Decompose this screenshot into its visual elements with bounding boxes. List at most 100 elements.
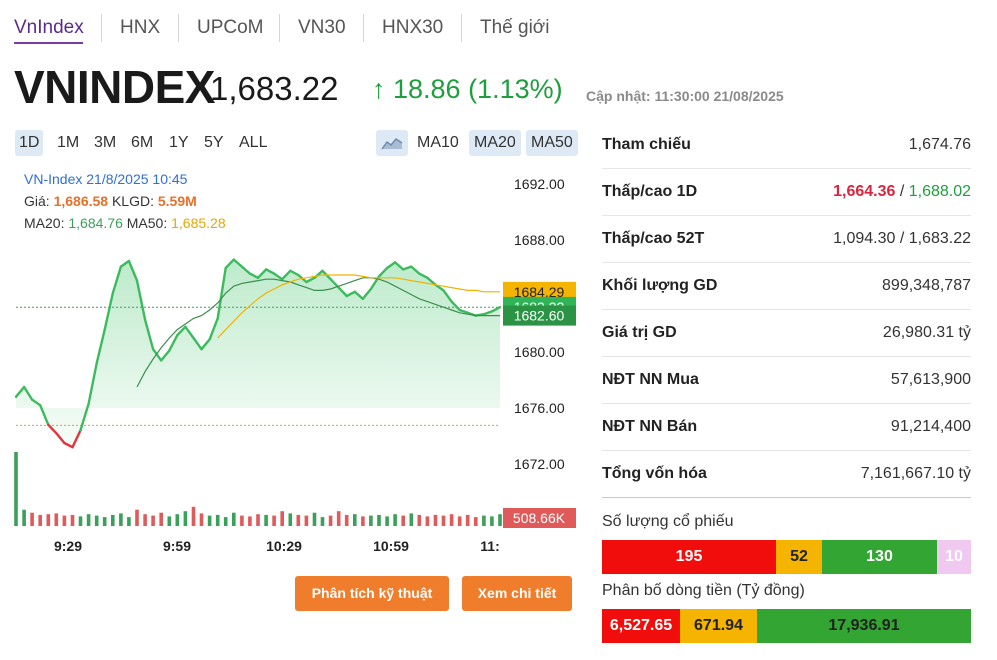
market-tabs: VnIndex HNX UPCoM VN30 HNX30 Thế giới [0, 0, 997, 56]
volume-bar [223, 517, 228, 526]
stat-label: Thấp/cao 1D [602, 183, 698, 200]
volume-bar [70, 514, 75, 526]
view-details-button[interactable]: Xem chi tiết [462, 576, 572, 611]
volume-bar [175, 514, 180, 526]
update-time: Cập nhật: 11:30:00 21/08/2025 [586, 88, 784, 104]
period-1d[interactable]: 1D [15, 130, 44, 156]
active-tab-indicator [14, 42, 83, 44]
index-name: VNINDEX [14, 61, 215, 113]
chart-type-button[interactable] [376, 130, 408, 156]
volume-bar [14, 452, 18, 526]
day-high: 1,688.02 [908, 183, 971, 200]
technical-analysis-button[interactable]: Phân tích kỹ thuật [295, 576, 449, 611]
volume-bar [240, 515, 244, 526]
period-all[interactable]: ALL [235, 130, 271, 156]
inflow-segment: 17,936.91 [757, 609, 971, 643]
stat-row-52w-range: Thấp/cao 52T 1,094.30 / 1,683.22 [602, 216, 971, 263]
stat-row-1d-range: Thấp/cao 1D 1,664.36 / 1,688.02 [602, 169, 971, 216]
tab-vnindex[interactable]: VnIndex [14, 12, 84, 44]
volume-bar [272, 515, 276, 526]
volume-bar [393, 514, 397, 526]
stat-row-volume: Khối lượng GD 899,348,787 [602, 263, 971, 310]
stat-label: Tham chiếu [602, 136, 691, 153]
tab-vn30[interactable]: VN30 [298, 12, 346, 44]
volume-bar [78, 516, 83, 526]
volume-bar [320, 517, 325, 526]
tab-divider [363, 14, 364, 42]
tab-divider [461, 14, 462, 42]
x-tick-label: 11: [480, 538, 499, 554]
volume-value: 5.59M [157, 193, 197, 209]
money-flow-bar: 6,527.65 671.94 17,936.91 [602, 609, 971, 643]
stock-count-bar: 195 52 130 10 [602, 540, 971, 574]
stat-value: 1,664.36 / 1,688.02 [833, 183, 971, 201]
volume-bar [94, 515, 99, 526]
volume-bar [312, 512, 317, 526]
volume-bar [167, 516, 172, 526]
tab-hnx30[interactable]: HNX30 [382, 12, 443, 44]
volume-bar [490, 516, 494, 526]
volume-bar [401, 515, 405, 526]
stock-count-label: Số lượng cổ phiếu [602, 513, 734, 530]
y-tick-label: 1676.00 [514, 400, 565, 416]
volume-bar [498, 514, 502, 526]
price-area [16, 259, 500, 448]
stat-value: 91,214,400 [890, 418, 971, 435]
tab-upcom[interactable]: UPCoM [197, 12, 264, 44]
volume-bar [417, 514, 422, 526]
neutral-flow-segment: 671.94 [680, 609, 757, 643]
y-tick-label: 1688.00 [514, 232, 565, 248]
x-tick-label: 10:59 [373, 538, 409, 554]
volume-bar [336, 511, 341, 526]
stat-value: 899,348,787 [882, 277, 971, 294]
x-tick-label: 9:59 [163, 538, 191, 554]
volume-bar [449, 514, 454, 526]
ma10-toggle[interactable]: MA10 [412, 130, 464, 156]
volume-bar [199, 513, 204, 526]
stat-value: 1,674.76 [908, 136, 971, 153]
period-3m[interactable]: 3M [90, 130, 120, 156]
index-change: ↑ 18.86 (1.13%) [372, 74, 563, 104]
tab-hnx[interactable]: HNX [120, 12, 160, 44]
volume-bar [86, 514, 91, 526]
stat-value: 1,094.30 / 1,683.22 [833, 230, 971, 247]
period-6m[interactable]: 6M [127, 130, 157, 156]
volume-bar [377, 514, 381, 526]
tab-divider [101, 14, 102, 42]
volume-bar [296, 514, 301, 526]
tab-the-gioi[interactable]: Thế giới [480, 12, 550, 44]
volume-bar [280, 511, 284, 526]
unchanged-segment: 52 [776, 540, 822, 574]
volume-bar [143, 514, 147, 526]
volume-bar [369, 515, 373, 526]
volume-bar [191, 506, 196, 526]
volume-bar [344, 514, 349, 526]
chart-legend: VN-Index 21/8/2025 10:45 Giá: 1,686.58 K… [24, 168, 226, 234]
volume-bar [38, 514, 42, 526]
period-1m[interactable]: 1M [53, 130, 83, 156]
volume-bar [304, 515, 309, 526]
volume-bar [256, 514, 260, 526]
period-1y[interactable]: 1Y [165, 130, 193, 156]
tab-divider [279, 14, 280, 42]
volume-tag-label: 508.66K [513, 510, 566, 526]
volume-bar [433, 514, 438, 526]
period-5y[interactable]: 5Y [200, 130, 228, 156]
ma20-value: 1,684.76 [68, 215, 123, 231]
x-tick-label: 9:29 [54, 538, 82, 554]
volume-bar [361, 516, 365, 526]
stat-row-reference: Tham chiếu 1,674.76 [602, 122, 971, 169]
stat-value: 7,161,667.10 tỷ [860, 465, 971, 482]
volume-bar [328, 515, 333, 526]
stat-label: Thấp/cao 52T [602, 230, 705, 247]
ma20-toggle[interactable]: MA20 [469, 130, 521, 156]
volume-bar [457, 516, 462, 526]
stat-label: NĐT NN Bán [602, 418, 698, 435]
volume-label: KLGD: [111, 193, 154, 209]
index-value: 1,683.22 [210, 70, 339, 107]
volume-bar [353, 514, 357, 526]
ma50-toggle[interactable]: MA50 [526, 130, 578, 156]
volume-bar [264, 514, 268, 526]
volume-bar [30, 512, 34, 526]
volume-bar [409, 513, 414, 526]
